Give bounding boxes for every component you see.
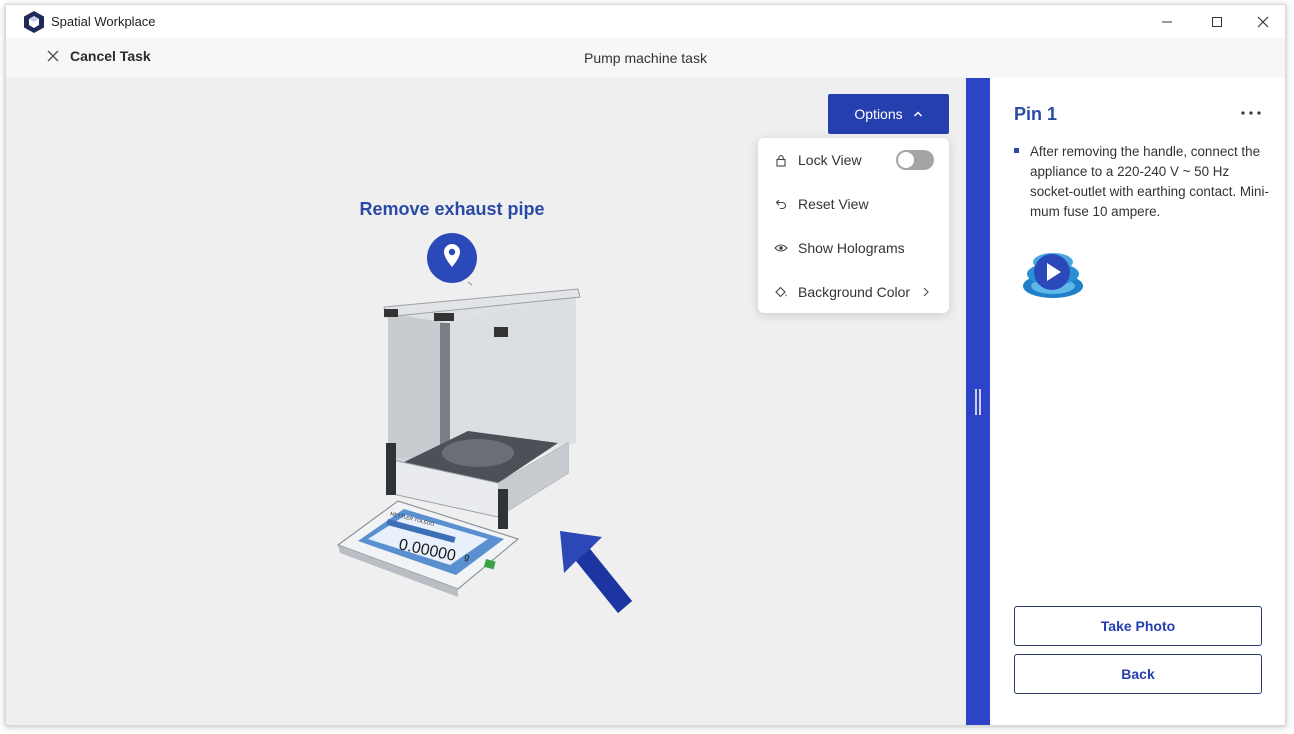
- drag-handle-icon: [975, 389, 981, 415]
- chevron-right-icon: [923, 287, 929, 297]
- pin-detail-panel: Pin 1 After removing the handle, connect…: [990, 78, 1285, 725]
- maximize-button[interactable]: [1206, 11, 1228, 33]
- more-horizontal-icon: [1241, 111, 1261, 115]
- menu-item-lock-view[interactable]: Lock View: [758, 138, 949, 182]
- paint-bucket-icon: [775, 286, 787, 298]
- background-color-label: Background Color: [798, 284, 911, 300]
- task-header: Cancel Task Pump machine task: [6, 38, 1285, 78]
- maximize-icon: [1212, 17, 1222, 27]
- app-logo-icon: [24, 11, 44, 33]
- show-holograms-label: Show Holograms: [798, 240, 905, 256]
- menu-item-background-color[interactable]: Background Color: [758, 270, 949, 314]
- bullet-marker: [1014, 148, 1019, 153]
- menu-item-reset-view[interactable]: Reset View: [758, 182, 949, 226]
- step-label: Remove exhaust pipe: [359, 199, 545, 219]
- take-photo-label: Take Photo: [1100, 618, 1176, 634]
- minimize-icon: [1162, 21, 1172, 23]
- video-play-icon[interactable]: [1018, 238, 1088, 308]
- task-title: Pump machine task: [584, 50, 707, 66]
- more-options-button[interactable]: [1240, 106, 1262, 120]
- pin-title: Pin 1: [1014, 104, 1058, 124]
- options-button[interactable]: Options: [828, 94, 949, 134]
- title-bar: Spatial Workplace: [6, 5, 1285, 38]
- balance-device-model[interactable]: 0.00000 g METTLER TOLEDO: [328, 283, 648, 623]
- menu-item-show-holograms[interactable]: Show Holograms: [758, 226, 949, 270]
- reset-view-label: Reset View: [798, 196, 869, 212]
- options-label: Options: [854, 106, 903, 122]
- minimize-button[interactable]: [1156, 11, 1178, 33]
- eye-icon: [774, 244, 788, 252]
- lock-view-label: Lock View: [798, 152, 862, 168]
- close-window-button[interactable]: [1252, 11, 1274, 33]
- back-label: Back: [1121, 666, 1155, 682]
- cancel-task-button[interactable]: Cancel Task: [46, 48, 151, 64]
- panel-resize-handle[interactable]: [966, 78, 990, 725]
- chevron-up-icon: [913, 111, 922, 117]
- options-menu: Lock View Reset View Show Holograms Back…: [758, 138, 949, 313]
- app-title: Spatial Workplace: [51, 14, 156, 29]
- close-icon: [1257, 16, 1269, 28]
- take-photo-button[interactable]: Take Photo: [1014, 606, 1262, 646]
- toggle-knob: [898, 152, 914, 168]
- app-window: Spatial Workplace Cancel Task Pump machi…: [5, 4, 1286, 726]
- 3d-viewport[interactable]: Options Lock View Reset View Show Hologr…: [6, 78, 966, 725]
- back-button[interactable]: Back: [1014, 654, 1262, 694]
- cancel-task-label: Cancel Task: [70, 48, 151, 64]
- undo-icon: [775, 199, 786, 210]
- lock-icon: [776, 154, 786, 167]
- location-pin-icon[interactable]: [426, 232, 478, 286]
- lock-view-toggle[interactable]: [896, 150, 934, 170]
- close-icon: [47, 50, 59, 62]
- instruction-text: After removing the handle, connect the a…: [1030, 144, 1269, 219]
